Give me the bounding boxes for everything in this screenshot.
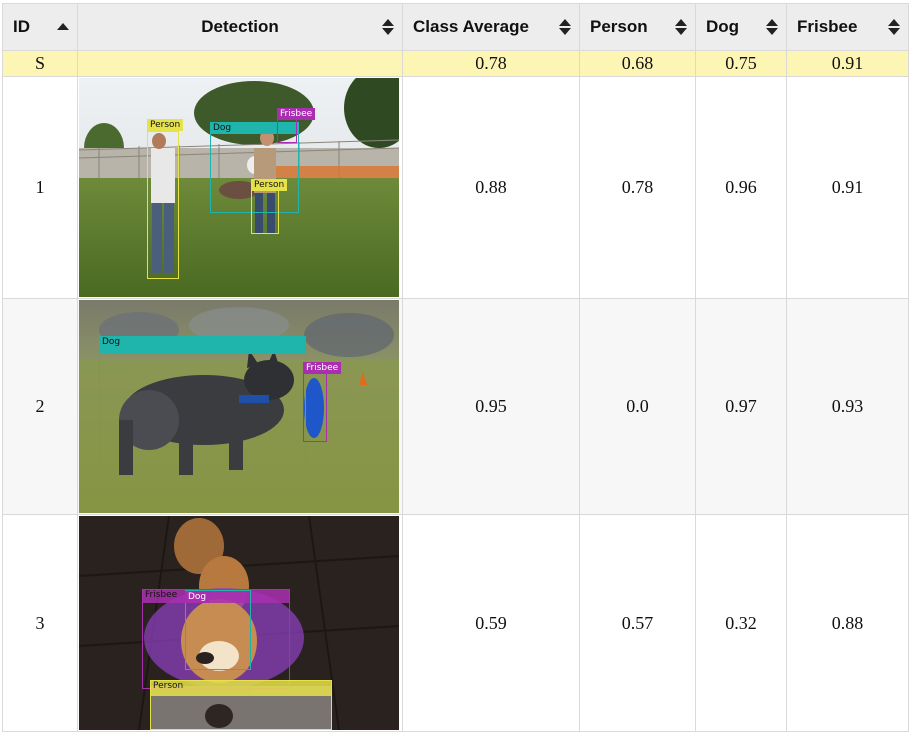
detection-results-table: ID Detection Class Average Person Dog Fr… (2, 3, 909, 732)
bounding-box-frisbee (303, 362, 327, 442)
row-class-average-cell: 0.59 (402, 514, 580, 732)
row-class-average-cell: 0.95 (402, 298, 580, 515)
detection-image: Person Dog Frisbee Person (79, 78, 399, 297)
summary-row: S 0.78 0.68 0.75 0.91 (2, 50, 909, 77)
column-header-person-label: Person (590, 17, 648, 36)
bounding-box-frisbee-label: Frisbee (303, 362, 342, 374)
bounding-box-person (251, 185, 279, 234)
summary-id-cell: S (2, 50, 78, 77)
row-dog-cell: 0.97 (695, 298, 787, 515)
row-frisbee-cell: 0.93 (786, 298, 909, 515)
bounding-box-dog-label: Dog (185, 591, 210, 603)
bounding-box-person-label: Person (147, 119, 184, 131)
summary-class-average-cell: 0.78 (402, 50, 580, 77)
row-dog-cell: 0.32 (695, 514, 787, 732)
bounding-box-person-label: Person (251, 179, 288, 191)
sort-icon[interactable] (559, 19, 571, 35)
row-dog-cell: 0.96 (695, 76, 787, 299)
sort-icon[interactable] (675, 19, 687, 35)
row-class-average-cell: 0.88 (402, 76, 580, 299)
sort-ascending-icon[interactable] (57, 19, 69, 35)
bounding-box-dog-label: Dog (99, 336, 306, 354)
summary-detection-cell (77, 50, 403, 77)
bounding-box-frisbee-label: Frisbee (277, 108, 316, 120)
detection-cell: Dog Frisbee (77, 298, 403, 515)
summary-frisbee-cell: 0.91 (786, 50, 909, 77)
detection-cell: Frisbee Dog Person (77, 514, 403, 732)
row-id-cell: 3 (2, 514, 78, 732)
bounding-box-person (147, 131, 179, 279)
detection-image: Dog Frisbee (79, 300, 399, 513)
column-header-id[interactable]: ID (2, 3, 78, 51)
sort-icon[interactable] (766, 19, 778, 35)
column-header-detection-label: Detection (201, 17, 279, 36)
row-person-cell: 0.57 (579, 514, 696, 732)
table-row: 3 Frisbee Dog Person 0.59 0.57 0.32 0.88 (2, 514, 909, 732)
column-header-detection[interactable]: Detection (77, 3, 403, 51)
column-header-frisbee[interactable]: Frisbee (786, 3, 909, 51)
row-id-cell: 2 (2, 298, 78, 515)
detection-image: Frisbee Dog Person (79, 516, 399, 730)
sort-icon[interactable] (382, 19, 394, 35)
row-person-cell: 0.0 (579, 298, 696, 515)
column-header-class-average-label: Class Average (413, 17, 529, 36)
column-header-dog-label: Dog (706, 17, 740, 36)
summary-person-cell: 0.68 (579, 50, 696, 77)
summary-dog-cell: 0.75 (695, 50, 787, 77)
row-person-cell: 0.78 (579, 76, 696, 299)
table-row: 2 Dog Frisbee 0.95 0.0 0.97 0.93 (2, 298, 909, 515)
sort-icon[interactable] (888, 19, 900, 35)
header-row: ID Detection Class Average Person Dog Fr… (2, 3, 909, 51)
column-header-class-average[interactable]: Class Average (402, 3, 580, 51)
column-header-dog[interactable]: Dog (695, 3, 787, 51)
column-header-id-label: ID (13, 17, 30, 36)
table-row: 1 Person Dog Frisbee Person 0.88 0.78 0.… (2, 76, 909, 299)
bounding-box-person-label: Person (150, 680, 332, 696)
row-frisbee-cell: 0.88 (786, 514, 909, 732)
column-header-frisbee-label: Frisbee (797, 17, 858, 36)
row-id-cell: 1 (2, 76, 78, 299)
row-frisbee-cell: 0.91 (786, 76, 909, 299)
detection-cell: Person Dog Frisbee Person (77, 76, 403, 299)
bounding-box-frisbee (277, 117, 297, 143)
column-header-person[interactable]: Person (579, 3, 696, 51)
bounding-box-dog (99, 336, 306, 476)
